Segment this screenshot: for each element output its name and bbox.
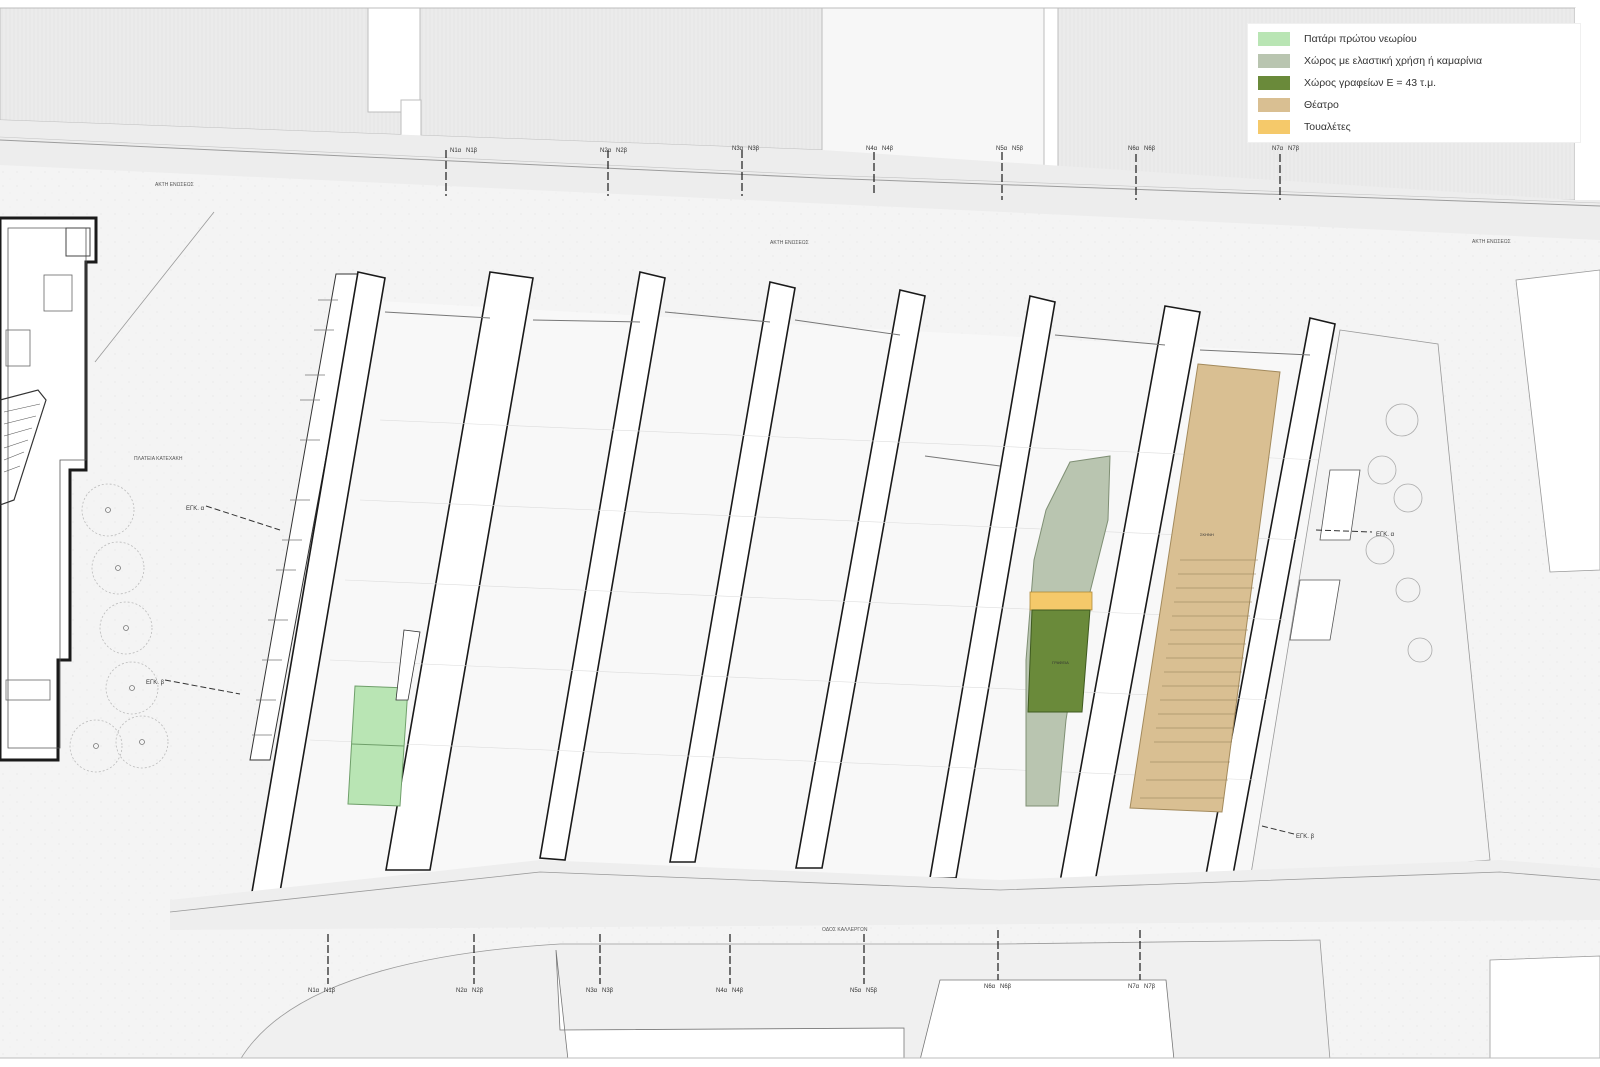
svg-text:N2β: N2β bbox=[616, 148, 628, 154]
svg-text:N4α: N4α bbox=[866, 146, 878, 152]
entrance-c: ΕΓΚ. α bbox=[1376, 532, 1395, 538]
svg-text:N1α: N1α bbox=[308, 988, 320, 994]
street-label-north-center: ΑΚΤΗ ΕΝΩΣΕΩΣ bbox=[770, 240, 809, 246]
svg-text:N6α: N6α bbox=[984, 984, 996, 990]
south-building-b bbox=[919, 979, 1175, 1061]
svg-text:N1α: N1α bbox=[450, 148, 462, 154]
svg-text:N2β: N2β bbox=[472, 988, 484, 994]
svg-text:N1β: N1β bbox=[324, 988, 336, 994]
legend-item-flex-space: Χώρος με ελαστική χρήση ή καμαρίνια bbox=[1258, 52, 1482, 70]
legend-label-flex-space: Χώρος με ελαστική χρήση ή καμαρίνια bbox=[1304, 55, 1483, 67]
legend-swatch-toilets bbox=[1258, 120, 1290, 134]
street-label-north-left: ΑΚΤΗ ΕΝΩΣΕΩΣ bbox=[155, 182, 194, 188]
legend-item-offices: Χώρος γραφείων Ε = 43 τ.μ. bbox=[1258, 74, 1436, 92]
street-label-south: ΟΔΟΣ ΚΑΛΛΕΡΓΩΝ bbox=[822, 927, 868, 933]
legend-swatch-mezzanine bbox=[1258, 32, 1290, 46]
entrance-b: ΕΓΚ. β bbox=[146, 680, 165, 686]
svg-text:N7α: N7α bbox=[1272, 146, 1284, 152]
square-label: ΠΛΑΤΕΙΑ ΚΑΤΕΧΑΚΗ bbox=[134, 456, 183, 462]
east-building-b bbox=[1489, 955, 1600, 1061]
entrance-a: ΕΓΚ. α bbox=[186, 506, 205, 512]
svg-text:N5α: N5α bbox=[996, 146, 1008, 152]
top-strip bbox=[0, 0, 1600, 8]
entrance-d: ΕΓΚ. β bbox=[1296, 834, 1315, 840]
north-building-bay bbox=[367, 7, 421, 113]
north-building-divider bbox=[1043, 7, 1059, 191]
legend-item-toilets: Τουαλέτες bbox=[1258, 118, 1351, 136]
legend-swatch-theatre bbox=[1258, 98, 1290, 112]
svg-text:N6β: N6β bbox=[1000, 984, 1012, 990]
legend-label-theatre: Θέατρο bbox=[1304, 99, 1339, 111]
legend-swatch-offices bbox=[1258, 76, 1290, 90]
svg-text:N7β: N7β bbox=[1288, 146, 1300, 152]
svg-text:N2α: N2α bbox=[600, 148, 612, 154]
legend-label-offices: Χώρος γραφείων Ε = 43 τ.μ. bbox=[1304, 77, 1437, 89]
svg-text:N2α: N2α bbox=[456, 988, 468, 994]
svg-text:N3β: N3β bbox=[748, 146, 760, 152]
svg-text:N3α: N3α bbox=[586, 988, 598, 994]
toilets bbox=[1029, 591, 1093, 611]
legend-swatch-flex-space bbox=[1258, 54, 1290, 68]
svg-text:N4β: N4β bbox=[882, 146, 894, 152]
legend: Πατάρι πρώτου νεωρίου Χώρος με ελαστική … bbox=[1248, 24, 1580, 142]
svg-text:N3α: N3α bbox=[732, 146, 744, 152]
svg-text:N5α: N5α bbox=[850, 988, 862, 994]
svg-text:N7α: N7α bbox=[1128, 984, 1140, 990]
svg-text:N6β: N6β bbox=[1144, 146, 1156, 152]
site-plan: ΓΡΑΦΕΙΑ ΣΚΗΝΗ ΑΚΤΗ ΕΝΩΣΕΩΣ ΑΚΤΗ ΕΝΩΣΕΩΣ … bbox=[0, 0, 1600, 1067]
svg-text:N4α: N4α bbox=[716, 988, 728, 994]
legend-item-theatre: Θέατρο bbox=[1258, 96, 1339, 114]
stage-label: ΣΚΗΝΗ bbox=[1200, 532, 1214, 537]
street-label-north-right: ΑΚΤΗ ΕΝΩΣΕΩΣ bbox=[1472, 239, 1511, 245]
bottom-strip bbox=[0, 1058, 1600, 1067]
legend-label-toilets: Τουαλέτες bbox=[1304, 121, 1351, 133]
svg-text:N5β: N5β bbox=[866, 988, 878, 994]
svg-text:N5β: N5β bbox=[1012, 146, 1024, 152]
legend-item-mezzanine: Πατάρι πρώτου νεωρίου bbox=[1258, 30, 1417, 48]
svg-text:N4β: N4β bbox=[732, 988, 744, 994]
svg-text:N1β: N1β bbox=[466, 148, 478, 154]
svg-text:N3β: N3β bbox=[602, 988, 614, 994]
svg-text:N6α: N6α bbox=[1128, 146, 1140, 152]
svg-text:N7β: N7β bbox=[1144, 984, 1156, 990]
office-label: ΓΡΑΦΕΙΑ bbox=[1052, 660, 1069, 665]
legend-label-mezzanine: Πατάρι πρώτου νεωρίου bbox=[1304, 33, 1417, 45]
